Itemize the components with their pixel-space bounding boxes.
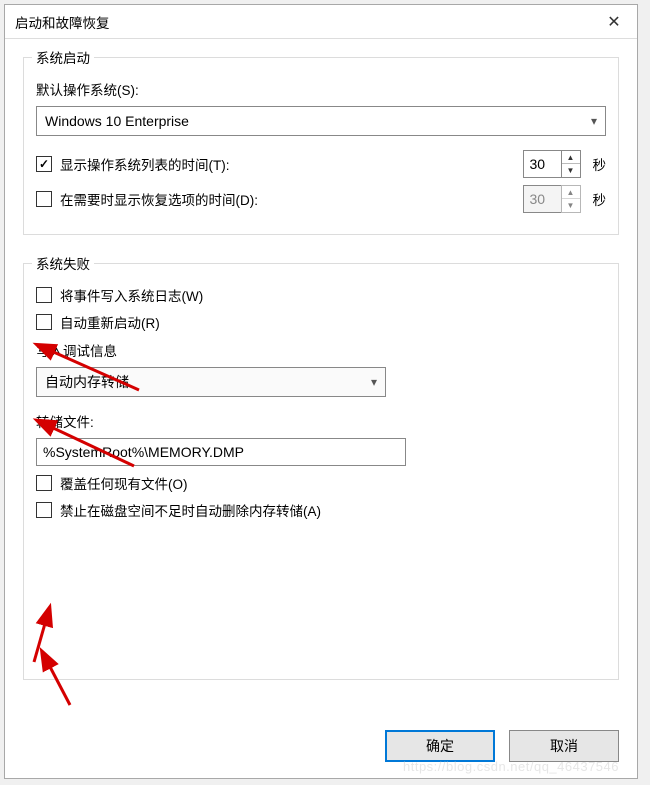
show-os-list-checkbox[interactable]: [36, 156, 52, 172]
overwrite-label: 覆盖任何现有文件(O): [60, 473, 188, 493]
debug-info-value: 自动内存转储: [45, 372, 129, 392]
default-os-value: Windows 10 Enterprise: [45, 113, 189, 129]
cancel-button[interactable]: 取消: [509, 730, 619, 762]
no-auto-delete-label: 禁止在磁盘空间不足时自动删除内存转储(A): [60, 500, 321, 520]
startup-recovery-dialog: 启动和故障恢复 ✕ 系统启动 默认操作系统(S): Windows 10 Ent…: [4, 4, 638, 779]
spinner-up-icon: ▲: [562, 186, 580, 199]
auto-restart-label: 自动重新启动(R): [60, 312, 160, 332]
dialog-title: 启动和故障恢复: [15, 12, 110, 32]
spinner-down-icon: ▼: [562, 199, 580, 212]
debug-info-label: 写入调试信息: [36, 340, 117, 360]
system-startup-group: 系统启动 默认操作系统(S): Windows 10 Enterprise ▾ …: [23, 57, 619, 235]
default-os-select[interactable]: Windows 10 Enterprise ▾: [36, 106, 606, 136]
auto-restart-checkbox[interactable]: [36, 314, 52, 330]
show-recovery-value: [523, 185, 561, 213]
spinner-down-icon[interactable]: ▼: [562, 164, 580, 177]
debug-info-select[interactable]: 自动内存转储 ▾: [36, 367, 386, 397]
spinner-up-icon[interactable]: ▲: [562, 151, 580, 164]
dialog-buttons: 确定 取消: [5, 718, 637, 778]
close-icon: ✕: [607, 12, 620, 32]
ok-button[interactable]: 确定: [385, 730, 495, 762]
group-title-failure: 系统失败: [32, 253, 94, 273]
write-log-label: 将事件写入系统日志(W): [60, 285, 203, 305]
seconds-unit: 秒: [593, 154, 607, 174]
show-os-list-label: 显示操作系统列表的时间(T):: [60, 154, 230, 174]
cancel-label: 取消: [550, 736, 578, 756]
close-button[interactable]: ✕: [591, 5, 637, 38]
titlebar: 启动和故障恢复 ✕: [5, 5, 637, 39]
seconds-unit: 秒: [593, 189, 607, 209]
show-os-list-spinner[interactable]: ▲ ▼: [523, 150, 581, 178]
default-os-label: 默认操作系统(S):: [36, 79, 139, 99]
chevron-down-icon: ▾: [591, 114, 597, 128]
ok-label: 确定: [426, 736, 454, 756]
write-log-checkbox[interactable]: [36, 287, 52, 303]
no-auto-delete-checkbox[interactable]: [36, 502, 52, 518]
show-recovery-label: 在需要时显示恢复选项的时间(D):: [60, 189, 258, 209]
show-recovery-spinner: ▲ ▼: [523, 185, 581, 213]
system-failure-group: 系统失败 将事件写入系统日志(W) 自动重新启动(R) 写入调试信息 自动内存转…: [23, 263, 619, 680]
dialog-body: 系统启动 默认操作系统(S): Windows 10 Enterprise ▾ …: [5, 39, 637, 718]
show-os-list-value[interactable]: [523, 150, 561, 178]
overwrite-checkbox[interactable]: [36, 475, 52, 491]
dump-file-label: 转储文件:: [36, 411, 94, 431]
show-recovery-checkbox[interactable]: [36, 191, 52, 207]
spinner-buttons[interactable]: ▲ ▼: [561, 150, 581, 178]
spinner-buttons: ▲ ▼: [561, 185, 581, 213]
group-title-startup: 系统启动: [32, 47, 94, 67]
dump-file-input[interactable]: [36, 438, 406, 466]
chevron-down-icon: ▾: [371, 375, 377, 389]
